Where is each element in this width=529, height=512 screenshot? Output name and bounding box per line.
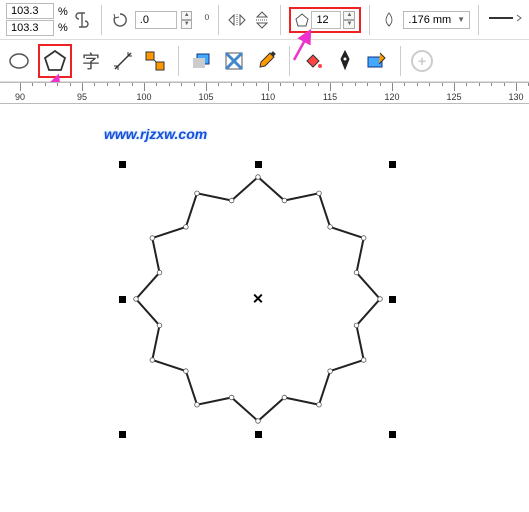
pentagon-icon xyxy=(295,13,309,27)
sides-group-highlight: 12 ▲▼ xyxy=(289,7,361,33)
property-bar: 103.3 103.3 % % .0 ▲▼ ⁰ 12 ▲▼ .176mm ▼ xyxy=(0,0,529,40)
selection-handle[interactable] xyxy=(119,431,126,438)
degree-label: ⁰ xyxy=(204,12,209,28)
ruler-label: 105 xyxy=(198,92,213,102)
ruler-label: 130 xyxy=(508,92,523,102)
ruler-label: 125 xyxy=(446,92,461,102)
eyedropper-tool[interactable] xyxy=(253,48,279,74)
dimension-tool[interactable] xyxy=(110,48,136,74)
rotate-icon xyxy=(110,9,131,31)
scale-inputs: 103.3 103.3 xyxy=(6,3,54,36)
ellipse-tool[interactable] xyxy=(6,48,32,74)
selection-handle[interactable] xyxy=(255,431,262,438)
ruler-label: 110 xyxy=(261,92,275,102)
sides-spinner[interactable]: ▲▼ xyxy=(343,11,355,29)
outline-width-select[interactable]: .176mm ▼ xyxy=(403,11,470,29)
selection-handle[interactable] xyxy=(389,296,396,303)
outline-width-icon xyxy=(378,9,399,31)
lock-ratio-button[interactable] xyxy=(72,9,93,31)
selection-handle[interactable] xyxy=(119,161,126,168)
selection-handle[interactable] xyxy=(389,161,396,168)
star-polygon-shape[interactable] xyxy=(0,104,529,512)
mirror-v-button[interactable] xyxy=(251,9,272,31)
scale-unit: % % xyxy=(58,6,68,34)
scale-y-input[interactable]: 103.3 xyxy=(6,20,54,36)
transparency-tool[interactable] xyxy=(221,48,247,74)
ruler-label: 115 xyxy=(323,92,337,102)
sides-input[interactable]: 12 xyxy=(311,11,341,29)
selection-handle[interactable] xyxy=(389,431,396,438)
selection-handle[interactable] xyxy=(255,161,262,168)
outline-pen-tool[interactable] xyxy=(332,48,358,74)
polygon-tool-highlight[interactable] xyxy=(38,44,72,78)
selection-handle[interactable] xyxy=(119,296,126,303)
add-button[interactable]: + xyxy=(411,50,433,72)
mirror-h-button[interactable] xyxy=(226,9,247,31)
canvas-area[interactable]: www.rjzxw.com ✕ xyxy=(0,104,529,512)
shadow-tool[interactable] xyxy=(189,48,215,74)
ruler-label: 120 xyxy=(384,92,399,102)
fill-tool[interactable] xyxy=(300,48,326,74)
edit-fill-tool[interactable] xyxy=(364,48,390,74)
tool-row: 字 + xyxy=(0,40,529,82)
rotation-input[interactable]: .0 xyxy=(135,11,177,29)
ruler-label: 100 xyxy=(136,92,151,102)
ruler-label: 95 xyxy=(77,92,87,102)
selection-center: ✕ xyxy=(252,291,264,308)
line-style-button[interactable] xyxy=(487,12,523,27)
ruler-label: 90 xyxy=(15,92,25,102)
connector-tool[interactable] xyxy=(142,48,168,74)
rotation-spinner[interactable]: ▲▼ xyxy=(181,11,192,29)
text-tool[interactable]: 字 xyxy=(78,48,104,74)
scale-x-input[interactable]: 103.3 xyxy=(6,3,54,19)
horizontal-ruler: 90 95 100 105 110 115 120 125 130 xyxy=(0,82,529,104)
